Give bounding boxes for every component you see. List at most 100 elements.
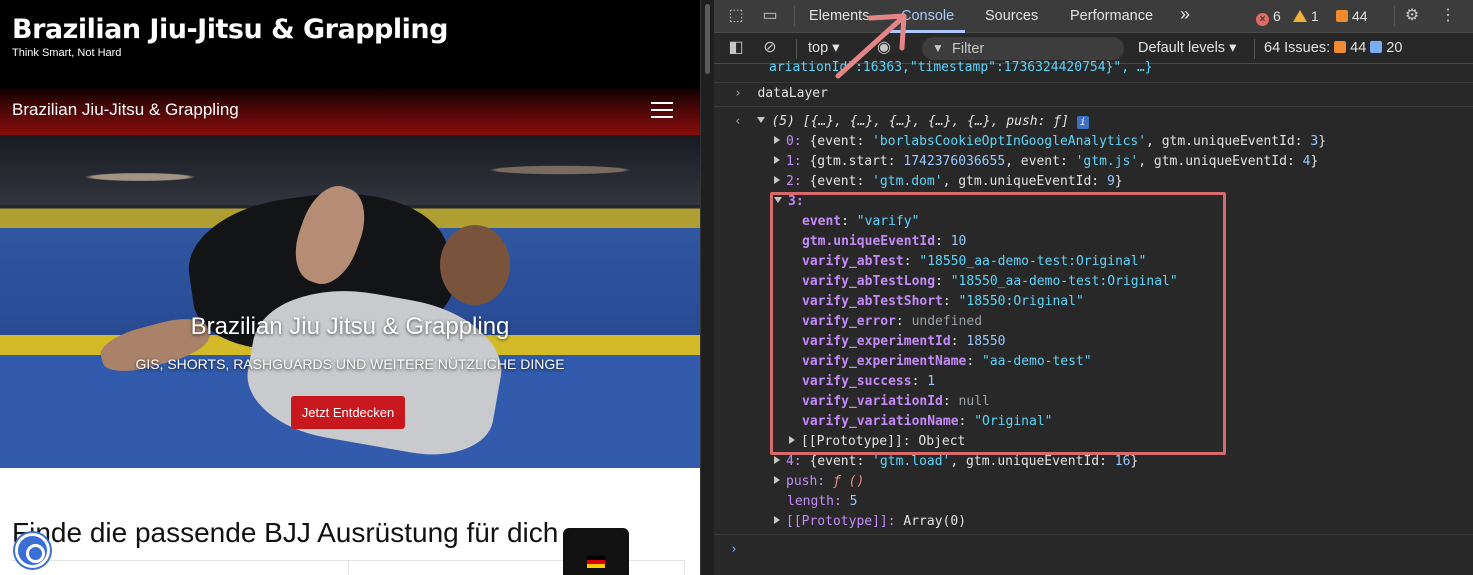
product-grid-divider <box>348 560 349 575</box>
array-prototype-row[interactable]: [[Prototype]]: Array(0) <box>774 512 966 532</box>
issues-link[interactable]: 64 Issues: 44 20 <box>1264 40 1402 56</box>
push-value: ƒ () <box>832 474 865 489</box>
item-text: , gtm.uniqueEventId: <box>1138 154 1303 169</box>
collapse-triangle-icon[interactable] <box>774 456 780 464</box>
collapse-triangle-icon[interactable] <box>774 476 780 484</box>
collapse-triangle-icon[interactable] <box>774 176 780 184</box>
site-tagline: Think Smart, Not Hard <box>12 47 122 59</box>
expand-triangle-icon[interactable] <box>757 117 766 123</box>
property-key: varify_success <box>802 374 912 389</box>
object-property-row: varify_abTest: "18550_aa-demo-test:Origi… <box>802 254 1147 269</box>
array-item-4[interactable]: 4: {event: 'gtm.load', gtm.uniqueEventId… <box>774 452 1138 472</box>
prototype-value: Array(0) <box>903 514 967 529</box>
filter-input[interactable] <box>922 37 1124 60</box>
issues-orange-icon <box>1334 41 1347 53</box>
array-item-1[interactable]: 1: {gtm.start: 1742376036655, event: 'gt… <box>774 152 1318 172</box>
clear-console-icon[interactable]: ⊘ <box>760 38 780 58</box>
property-key: event <box>802 214 842 229</box>
object-property-row: varify_abTestShort: "18550:Original" <box>802 294 1084 309</box>
cookie-settings-icon[interactable] <box>15 533 50 568</box>
property-value: null <box>958 394 990 409</box>
issues-counter[interactable]: 44 <box>1336 8 1368 24</box>
sidebar-toggle-icon[interactable]: ◧ <box>726 38 746 58</box>
inspect-element-icon[interactable]: ⬚ <box>726 6 746 26</box>
console-separator <box>714 106 1473 107</box>
warning-counter[interactable]: 1 <box>1293 8 1319 24</box>
item-index: 3: <box>788 194 804 209</box>
console-prompt[interactable]: › <box>730 540 738 560</box>
length-row: length: 5 <box>787 492 857 512</box>
property-value: "varify" <box>856 214 920 229</box>
nav-brand-link[interactable]: Brazilian Jiu-Jitsu & Grappling <box>12 100 239 120</box>
shop-now-button[interactable]: Jetzt Entdecken <box>291 396 405 429</box>
result-summary-row[interactable]: ‹ (5) [{…}, {…}, {…}, {…}, {…}, push: ƒ]… <box>734 112 1089 132</box>
flag-de-icon[interactable] <box>587 556 605 568</box>
eye-icon[interactable]: ◉ <box>874 38 894 58</box>
error-counter[interactable]: × 6 <box>1256 8 1281 26</box>
item-text: , event: <box>1005 154 1076 169</box>
tab-elements[interactable]: Elements <box>809 8 869 24</box>
result-summary: (5) [{…}, {…}, {…}, {…}, {…}, push: ƒ] <box>771 114 1069 129</box>
toolbar-separator <box>796 39 797 59</box>
item-text: } <box>1130 454 1139 469</box>
collapse-triangle-icon[interactable] <box>789 436 795 444</box>
object-property-row: varify_variationName: "Original" <box>802 414 1053 429</box>
more-options-icon[interactable]: ⋮ <box>1438 6 1458 26</box>
tab-performance[interactable]: Performance <box>1070 8 1153 24</box>
site-title[interactable]: Brazilian Jiu-Jitsu & Grappling <box>12 14 448 45</box>
item-text: } <box>1114 174 1123 189</box>
property-value: "aa-demo-test" <box>982 354 1092 369</box>
array-item-3[interactable]: 3: <box>774 192 804 212</box>
device-toolbar-icon[interactable]: ▭ <box>760 6 780 26</box>
property-key: varify_variationName <box>802 414 959 429</box>
property-key: gtm.uniqueEventId <box>802 234 936 249</box>
array-item-0[interactable]: 0: {event: 'borlabsCookieOptInGoogleAnal… <box>774 132 1326 152</box>
scrollbar-thumb[interactable] <box>705 4 710 74</box>
site-header: Brazilian Jiu-Jitsu & Grappling Think Sm… <box>0 0 700 85</box>
prototype-key: [[Prototype]]: <box>786 514 896 529</box>
object-prototype-row[interactable]: [[Prototype]]: Object <box>789 432 965 452</box>
console-separator <box>714 82 1473 83</box>
expand-triangle-icon[interactable] <box>774 197 782 203</box>
property-key: varify_abTest <box>802 254 904 269</box>
issues-orange-count: 44 <box>1350 40 1367 56</box>
push-key: push: <box>786 474 826 489</box>
push-row[interactable]: push: ƒ () <box>774 472 864 492</box>
page-scrollbar[interactable] <box>700 0 714 575</box>
warning-icon <box>1293 10 1307 22</box>
collapse-triangle-icon[interactable] <box>774 136 780 144</box>
output-chevron-icon: ‹ <box>734 114 742 129</box>
collapse-triangle-icon[interactable] <box>774 516 780 524</box>
issues-blue-count: 20 <box>1386 40 1403 56</box>
console-input-text: dataLayer <box>757 86 828 101</box>
warning-count: 1 <box>1311 8 1319 24</box>
item-text: , gtm.uniqueEventId: <box>942 174 1107 189</box>
item-index: 0: <box>786 134 802 149</box>
truncated-text: ariationId":16363,"timestamp":1736324420… <box>769 60 1153 75</box>
property-key: varify_experimentId <box>802 334 951 349</box>
more-tabs-chevron-icon[interactable]: » <box>1180 4 1190 25</box>
array-item-2[interactable]: 2: {event: 'gtm.dom', gtm.uniqueEventId:… <box>774 172 1123 192</box>
tab-console[interactable]: Console <box>901 8 954 24</box>
gear-icon[interactable]: ⚙ <box>1402 6 1422 26</box>
menu-icon[interactable] <box>651 102 673 118</box>
collapse-triangle-icon[interactable] <box>774 156 780 164</box>
property-value: "Original" <box>974 414 1053 429</box>
tab-sources[interactable]: Sources <box>985 8 1038 24</box>
item-index: 2: <box>786 174 802 189</box>
tabbar-separator <box>1394 6 1395 26</box>
object-property-row: event: "varify" <box>802 214 920 229</box>
toolbar-separator <box>1254 39 1255 59</box>
object-property-row: varify_success: 1 <box>802 374 936 389</box>
item-number: 1742376036655 <box>903 154 1006 169</box>
log-levels-dropdown[interactable]: Default levels ▾ <box>1138 40 1236 56</box>
property-key: varify_abTestShort <box>802 294 943 309</box>
context-select[interactable]: top ▾ <box>808 40 839 56</box>
info-icon[interactable]: i <box>1076 116 1089 129</box>
error-icon: × <box>1256 13 1269 26</box>
item-index: 1: <box>786 154 802 169</box>
hero-title: Brazilian Jiu Jitsu & Grappling <box>190 313 510 340</box>
item-text: } <box>1318 134 1327 149</box>
object-property-row: varify_variationId: null <box>802 394 990 409</box>
property-key: varify_abTestLong <box>802 274 936 289</box>
